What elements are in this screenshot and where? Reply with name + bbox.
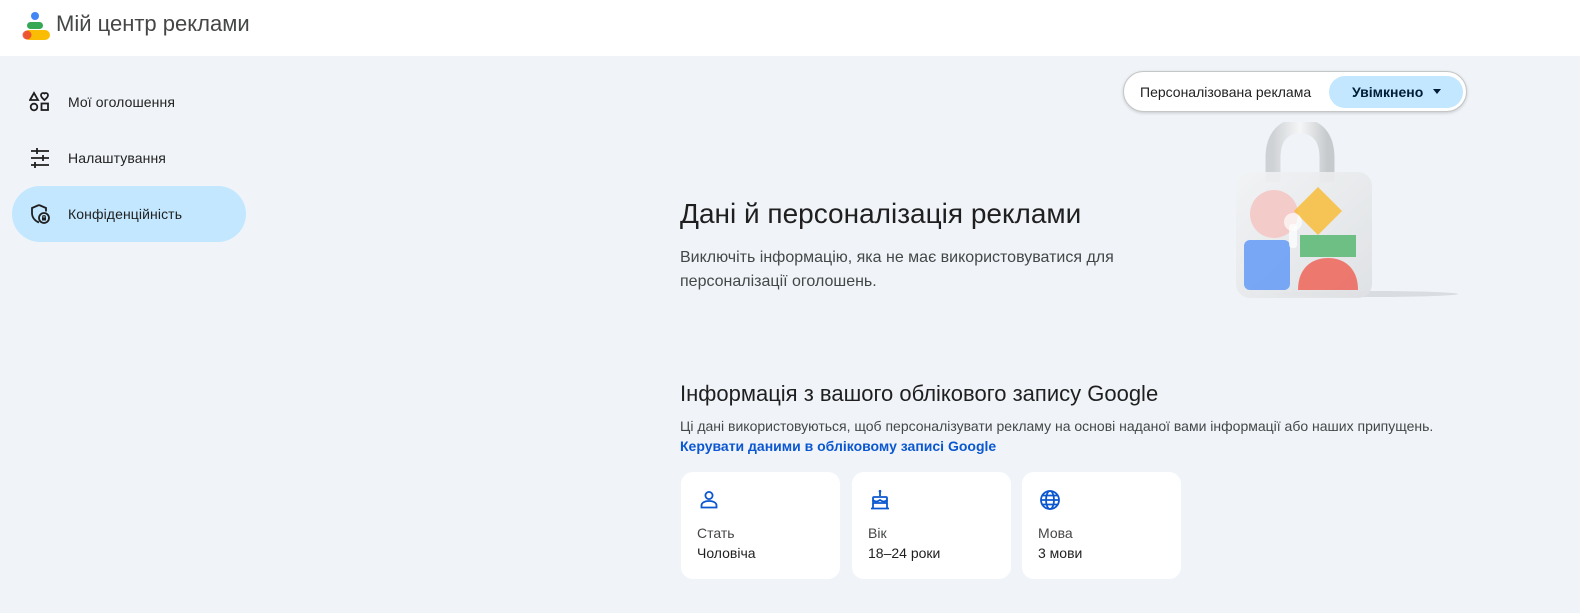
globe-icon bbox=[1040, 490, 1060, 510]
card-value: 18–24 роки bbox=[868, 545, 941, 561]
cake-icon bbox=[871, 489, 889, 510]
section-title: Інформація з вашого облікового запису Go… bbox=[680, 381, 1159, 406]
card-value: 3 мови bbox=[1038, 545, 1083, 561]
card-label: Стать bbox=[697, 525, 735, 541]
sidebar-item-label: Мої оголошення bbox=[68, 94, 176, 110]
sidebar-item-my-ads[interactable]: Мої оголошення bbox=[12, 74, 246, 130]
personalized-ads-control: Персоналізована реклама Увімкнено bbox=[1123, 71, 1467, 112]
page-description: Виключіть інформацію, яка не має викорис… bbox=[680, 249, 1114, 290]
my-ads-icon bbox=[29, 91, 51, 113]
page-title: Дані й персоналізація реклами bbox=[680, 198, 1082, 229]
manage-account-data-link[interactable]: Керувати даними в обліковому записі Goog… bbox=[680, 438, 996, 454]
app-title: Мій центр реклами bbox=[56, 11, 250, 36]
top-bar: Мій центр реклами bbox=[0, 0, 1580, 56]
personalized-ads-label: Персоналізована реклама bbox=[1140, 84, 1312, 100]
sidebar-item-settings[interactable]: Налаштування bbox=[12, 130, 246, 186]
person-icon bbox=[700, 491, 718, 509]
personalized-ads-dropdown[interactable]: Увімкнено bbox=[1329, 76, 1463, 108]
sidebar-item-label: Конфіденційність bbox=[68, 206, 183, 222]
padlock-illustration bbox=[1236, 122, 1458, 298]
language-card[interactable]: Мова 3 мови bbox=[1022, 472, 1181, 579]
sidebar-nav: Мої оголошення Налаштування Конфіденційн… bbox=[12, 74, 246, 242]
personalized-ads-state: Увімкнено bbox=[1352, 84, 1424, 100]
sidebar-item-label: Налаштування bbox=[68, 150, 166, 166]
privacy-shield-icon bbox=[29, 203, 51, 225]
caret-down-icon bbox=[1433, 89, 1441, 94]
section-description: Ці дані використовуються, щоб персоналіз… bbox=[680, 418, 1434, 434]
card-value: Чоловіча bbox=[697, 545, 756, 561]
card-label: Вік bbox=[868, 525, 887, 541]
gender-card[interactable]: Стать Чоловіча bbox=[681, 472, 840, 579]
age-card[interactable]: Вік 18–24 роки bbox=[852, 472, 1011, 579]
sidebar-item-privacy[interactable]: Конфіденційність bbox=[12, 186, 246, 242]
card-label: Мова bbox=[1038, 525, 1073, 541]
app-logo bbox=[22, 12, 50, 40]
sliders-icon bbox=[29, 147, 51, 169]
